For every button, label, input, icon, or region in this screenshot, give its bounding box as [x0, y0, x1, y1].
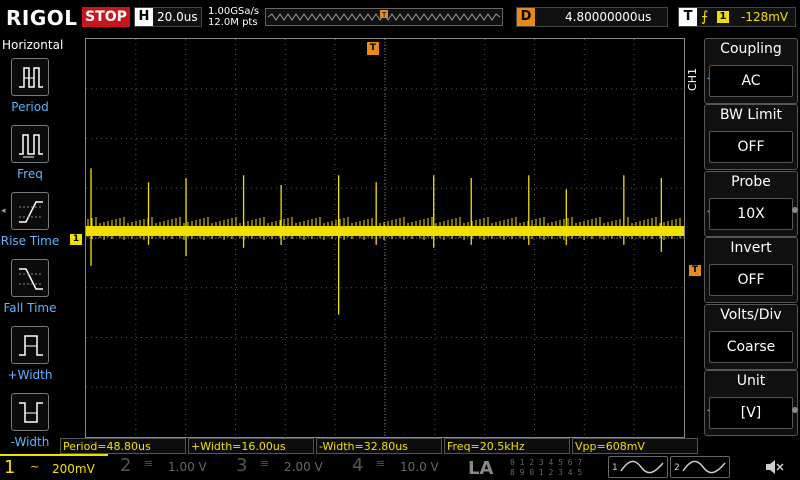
dc-coupling-icon: ≡ — [376, 457, 386, 470]
channel-status-bar: 1 ~ 200mV 2 ≡ 1.00 V 3 ≡ 2.00 V 4 ≡ 10.0… — [0, 454, 800, 480]
horizontal-scale[interactable]: H 20.0us — [134, 7, 202, 27]
coupling-value: AC — [709, 65, 793, 97]
unit-softkey[interactable]: Unit ◂ [V] — [704, 370, 798, 436]
ch3-number: 3 — [236, 455, 248, 476]
bw-limit-title: BW Limit — [719, 107, 783, 123]
brand-logo: RIGOL — [6, 6, 78, 30]
unit-title: Unit — [736, 373, 766, 389]
probe-title: Probe — [731, 174, 771, 190]
waveform-display[interactable] — [85, 38, 685, 438]
invert-title: Invert — [730, 240, 772, 256]
coupling-softkey[interactable]: Coupling ◂ AC — [704, 38, 798, 104]
ch2-status[interactable]: 2 ≡ 1.00 V — [112, 454, 224, 480]
menu-arrow-icon: ◂ — [1, 206, 6, 216]
trigger-level: -128mV — [741, 10, 789, 24]
delay-box[interactable]: D 4.80000000us — [516, 7, 668, 27]
volts-div-value: Coarse — [709, 331, 793, 363]
horizontal-label: H — [135, 8, 153, 26]
logic-channel-indicators[interactable]: 0 1 2 3 4 5 6 7 8 9 0 1 2 3 4 5 — [508, 457, 604, 479]
generator-2-status[interactable]: 2 — [670, 456, 730, 478]
invert-value: OFF — [709, 264, 793, 296]
channel-menu: Coupling ◂ AC BW Limit OFF Probe ◂ 10X I… — [700, 38, 800, 438]
measure-positive-width-button[interactable]: +Width — [0, 326, 60, 392]
menu-title: Horizontal — [2, 38, 64, 52]
acquisition-info: 1.00GSa/s 12.0M pts — [208, 6, 259, 28]
measure-negative-width-button[interactable]: -Width — [0, 393, 60, 459]
generator-2-number: 2 — [674, 463, 680, 473]
negative-width-icon — [11, 393, 49, 431]
measure-freq-button[interactable]: Freq — [0, 125, 60, 191]
trigger-box[interactable]: T ⨍ 1 -128mV — [678, 7, 796, 27]
trigger-label: T — [679, 8, 697, 26]
ch1-status[interactable]: 1 ~ 200mV — [0, 454, 108, 480]
softkey-indicator-dot — [792, 207, 798, 213]
la-digits-bottom: 8 9 0 1 2 3 4 5 — [510, 468, 583, 477]
speaker-muted-icon[interactable] — [764, 458, 784, 476]
probe-softkey[interactable]: Probe ◂ 10X — [704, 171, 798, 237]
generator-1-status[interactable]: 1 — [608, 456, 668, 478]
measurement-vpp[interactable]: Vpp=608mV — [572, 438, 698, 454]
unit-value: [V] — [709, 397, 793, 429]
memory-depth: 12.0M pts — [208, 17, 258, 28]
graticule — [86, 39, 684, 437]
measure-menu: Horizontal Period Freq ◂ Rise Time Fall … — [0, 36, 64, 454]
generator-1-number: 1 — [612, 463, 618, 473]
delay-label: D — [517, 8, 535, 26]
ch1-number: 1 — [4, 457, 16, 478]
measurement-positive-width[interactable]: +Width=16.00us — [188, 438, 314, 454]
bw-limit-softkey[interactable]: BW Limit OFF — [704, 104, 798, 170]
fall-time-label: Fall Time — [3, 301, 57, 315]
top-status-bar: RIGOL STOP H 20.0us 1.00GSa/s 12.0M pts … — [0, 0, 800, 36]
dc-coupling-icon: ≡ — [260, 457, 270, 470]
invert-softkey[interactable]: Invert OFF — [704, 237, 798, 303]
freq-label: Freq — [17, 167, 43, 181]
delay-value: 4.80000000us — [565, 10, 652, 24]
sample-rate: 1.00GSa/s — [208, 6, 260, 17]
ch4-scale: 10.0 V — [400, 460, 439, 474]
trigger-position-marker[interactable]: T — [367, 42, 379, 55]
ac-coupling-icon: ~ — [30, 460, 40, 473]
fall-time-icon — [11, 259, 49, 297]
measurement-bar: Period=48.80us +Width=16.00us -Width=32.… — [60, 438, 700, 454]
ch3-scale: 2.00 V — [284, 460, 323, 474]
probe-value: 10X — [709, 198, 793, 230]
period-label: Period — [11, 100, 49, 114]
volts-div-title: Volts/Div — [720, 307, 782, 323]
run-stop-indicator[interactable]: STOP — [82, 7, 130, 27]
ch2-scale: 1.00 V — [168, 460, 207, 474]
measure-fall-time-button[interactable]: Fall Time — [0, 259, 60, 325]
rise-time-icon — [11, 192, 49, 230]
negative-width-label: -Width — [10, 435, 50, 449]
ch3-status[interactable]: 3 ≡ 2.00 V — [228, 454, 340, 480]
freq-icon — [11, 125, 49, 163]
measure-rise-time-button[interactable]: ◂ Rise Time — [0, 192, 60, 258]
memory-overview-bar[interactable]: T — [265, 8, 503, 26]
volts-div-softkey[interactable]: Volts/Div Coarse — [704, 304, 798, 370]
bw-limit-value: OFF — [709, 131, 793, 163]
positive-width-label: +Width — [7, 368, 53, 382]
svg-text:T: T — [381, 11, 387, 19]
measurement-frequency[interactable]: Freq=20.5kHz — [444, 438, 570, 454]
la-digits-top: 0 1 2 3 4 5 6 7 — [510, 458, 583, 467]
ch1-offset-marker[interactable]: 1 — [70, 234, 82, 245]
channel-tag: CH1 — [686, 68, 699, 91]
logic-analyzer-label[interactable]: LA — [468, 458, 493, 479]
ch1-scale: 200mV — [52, 462, 95, 476]
coupling-title: Coupling — [720, 41, 782, 57]
ch4-status[interactable]: 4 ≡ 10.0 V — [344, 454, 456, 480]
measurement-period[interactable]: Period=48.80us — [60, 438, 186, 454]
rise-time-label: Rise Time — [0, 234, 60, 248]
rising-edge-icon: ⨍ — [701, 9, 709, 25]
horizontal-value: 20.0us — [157, 10, 198, 24]
ch2-number: 2 — [120, 455, 132, 476]
trigger-source: 1 — [717, 11, 729, 23]
ch4-number: 4 — [352, 455, 364, 476]
positive-width-icon — [11, 326, 49, 364]
period-icon — [11, 58, 49, 96]
memory-waveform-icon: T — [267, 10, 501, 21]
softkey-indicator-dot — [792, 407, 798, 413]
measure-period-button[interactable]: Period — [0, 58, 60, 124]
measurement-negative-width[interactable]: -Width=32.80us — [316, 438, 442, 454]
dc-coupling-icon: ≡ — [144, 457, 154, 470]
